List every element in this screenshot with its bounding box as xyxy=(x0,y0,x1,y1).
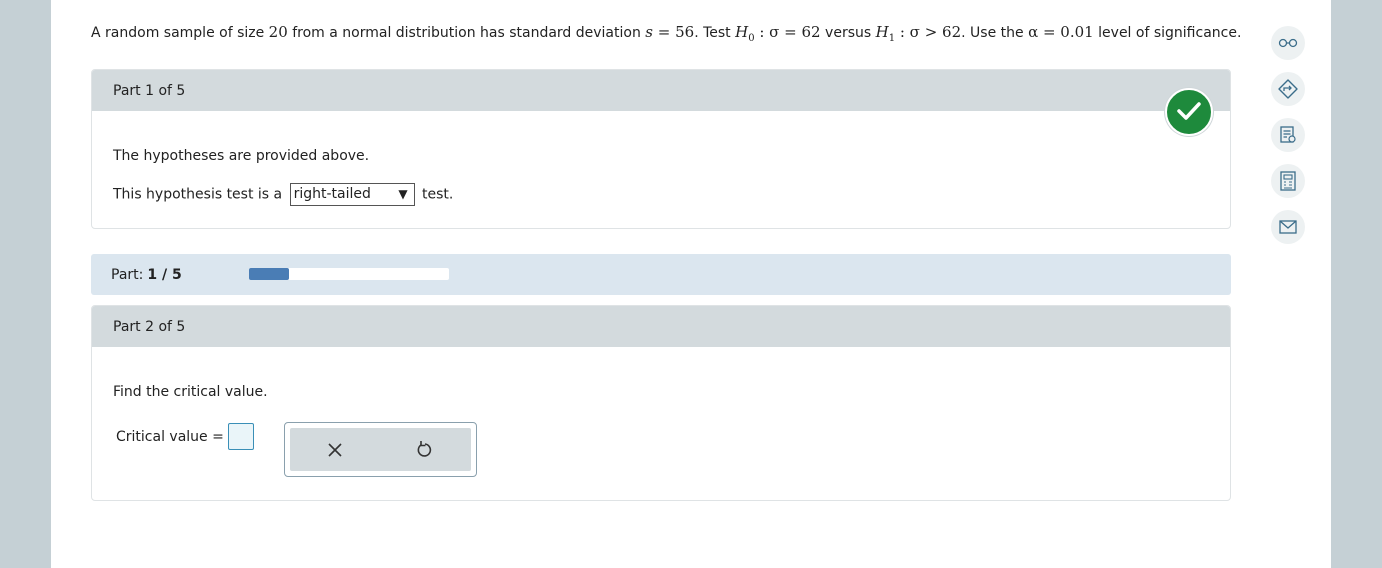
problem-text: . Test xyxy=(694,25,736,41)
problem-text: from a normal distribution has standard … xyxy=(287,25,646,41)
dropdown-arrow-icon: ▼ xyxy=(398,187,408,201)
mail-icon[interactable] xyxy=(1271,210,1305,244)
answer-tools-bar xyxy=(290,428,471,471)
progress-panel: Part: 1 / 5 xyxy=(91,254,1231,295)
critical-value-label: Critical value = xyxy=(116,429,224,445)
part2-header: Part 2 of 5 xyxy=(92,306,1230,347)
diamond-arrow-icon[interactable] xyxy=(1271,72,1305,106)
part1-question: This hypothesis test is a right-tailed ▼ … xyxy=(113,183,453,206)
question-prefix: This hypothesis test is a xyxy=(113,186,283,203)
undo-icon[interactable] xyxy=(413,438,437,462)
question-suffix: test. xyxy=(422,186,454,203)
answer-tools xyxy=(284,422,477,477)
progress-value: 1 / 5 xyxy=(147,267,182,283)
tail-type-select[interactable]: right-tailed ▼ xyxy=(289,183,415,206)
main-page: A random sample of size 20 from a normal… xyxy=(51,0,1331,568)
null-hypothesis: H xyxy=(735,23,749,41)
s-variable: s xyxy=(645,23,653,41)
s-value: = 56 xyxy=(652,23,695,41)
alt-hypothesis-value: : σ > 62 xyxy=(895,23,962,41)
critical-value-input[interactable] xyxy=(228,423,254,450)
select-value: right-tailed xyxy=(293,186,371,202)
sample-size: 20 xyxy=(268,23,288,41)
progress-bar-fill xyxy=(249,268,289,280)
calculator-icon[interactable] xyxy=(1271,164,1305,198)
progress-label: Part: 1 / 5 xyxy=(111,254,182,296)
close-icon[interactable] xyxy=(323,438,347,462)
alt-hypothesis: H xyxy=(875,23,889,41)
progress-label-text: Part: xyxy=(111,267,144,283)
part1-card: Part 1 of 5 The hypotheses are provided … xyxy=(91,69,1231,229)
notes-icon[interactable] xyxy=(1271,118,1305,152)
significance-level: α = 0.01 xyxy=(1028,23,1094,41)
problem-statement: A random sample of size 20 from a normal… xyxy=(91,20,1241,51)
progress-bar xyxy=(249,268,449,280)
problem-text: level of significance. xyxy=(1093,25,1242,41)
problem-text: A random sample of size xyxy=(91,25,269,41)
problem-text: . Use the xyxy=(961,25,1029,41)
part2-card: Part 2 of 5 Find the critical value. Cri… xyxy=(91,305,1231,501)
null-hypothesis-value: : σ = 62 xyxy=(754,23,821,41)
problem-text: versus xyxy=(820,25,876,41)
check-mark-icon xyxy=(1165,88,1213,136)
part1-header: Part 1 of 5 xyxy=(92,70,1230,111)
part2-prompt: Find the critical value. xyxy=(113,384,268,400)
part1-statement: The hypotheses are provided above. xyxy=(113,148,370,164)
glasses-icon[interactable] xyxy=(1271,26,1305,60)
